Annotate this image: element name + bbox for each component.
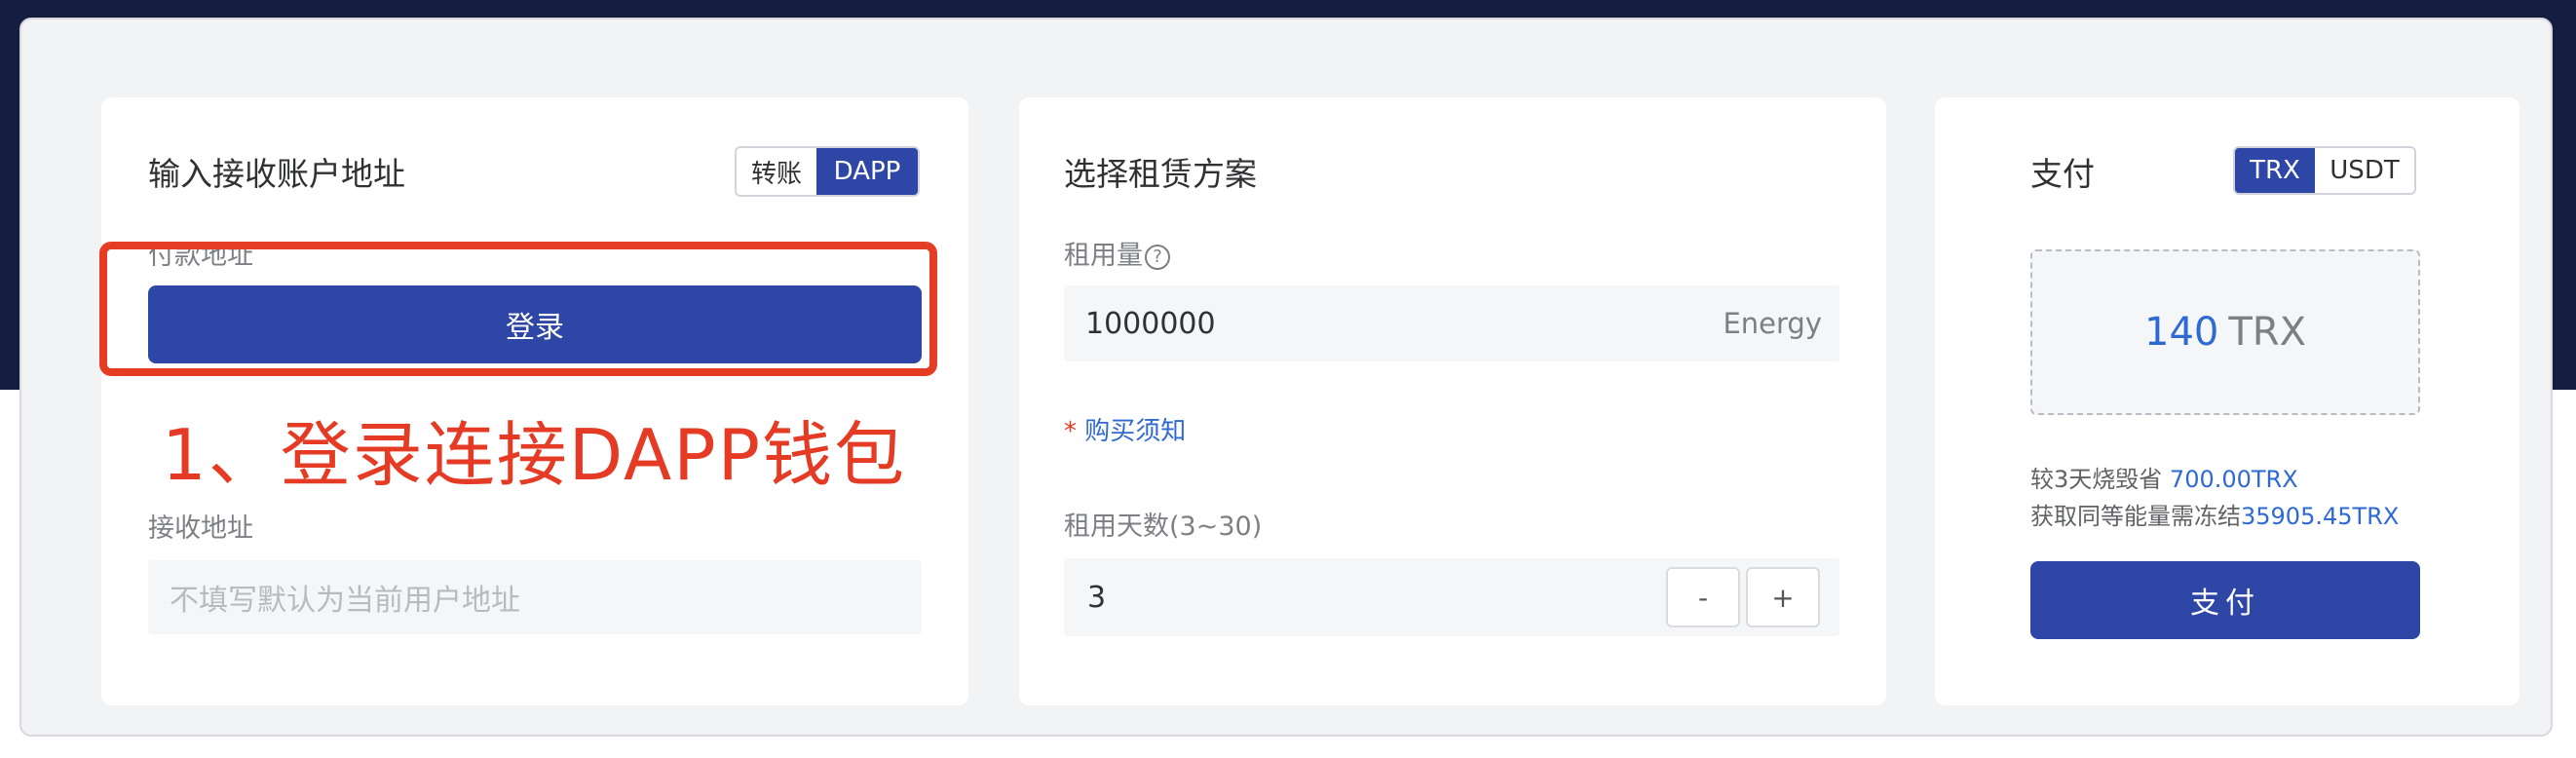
address-panel-title: 输入接收账户地址 <box>148 155 405 193</box>
burn-saving-text: 较3天烧毁省 700.00TRX <box>2030 460 2298 494</box>
payment-panel: 支付 TRX USDT 140 TRX 较3天烧毁省 700.00TRX 获取同… <box>1935 97 2519 705</box>
rental-amount-input[interactable]: 1000000 Energy <box>1064 285 1839 361</box>
price-amount: 140 <box>2144 310 2219 355</box>
currency-usdt-option[interactable]: USDT <box>2315 148 2414 193</box>
rental-days-label: 租用天数(3~30) <box>1064 512 1263 542</box>
required-star: * <box>1064 417 1077 446</box>
days-increment-button[interactable]: + <box>1746 567 1820 627</box>
help-icon[interactable]: ? <box>1145 244 1170 270</box>
rental-plan-title: 选择租赁方案 <box>1064 155 1257 193</box>
receiver-address-input[interactable]: 不填写默认为当前用户地址 <box>148 560 922 634</box>
currency-toggle: TRX USDT <box>2233 146 2416 195</box>
purchase-notice-text: 购买须知 <box>1084 417 1187 446</box>
burn-saving-prefix: 较3天烧毁省 <box>2030 466 2163 493</box>
burn-saving-value: 700.00TRX <box>2169 466 2298 493</box>
freeze-amount-text: 获取同等能量需冻结35905.45TRX <box>2030 497 2399 531</box>
rental-amount-value: 1000000 <box>1085 306 1216 341</box>
price-display: 140 TRX <box>2030 249 2420 415</box>
purchase-notice-link[interactable]: * 购买须知 <box>1064 411 1186 447</box>
freeze-amount-value: 35905.45TRX <box>2241 503 2400 530</box>
energy-unit-label: Energy <box>1723 307 1822 340</box>
mode-toggle: 转账 DAPP <box>735 146 920 197</box>
rental-amount-label: 租用量? <box>1064 234 1170 272</box>
rental-plan-panel: 选择租赁方案 租用量? 1000000 Energy * 购买须知 租用天数(3… <box>1019 97 1886 705</box>
mode-transfer-option[interactable]: 转账 <box>737 148 816 195</box>
rental-amount-label-text: 租用量 <box>1064 241 1143 271</box>
days-decrement-button[interactable]: - <box>1666 567 1740 627</box>
login-annotation-text: 1、登录连接DAPP钱包 <box>162 414 907 496</box>
rental-days-value: 3 <box>1087 580 1107 615</box>
freeze-amount-prefix: 获取同等能量需冻结 <box>2030 503 2241 530</box>
login-highlight-box <box>99 242 937 376</box>
rental-form-card: 输入接收账户地址 转账 DAPP 付款地址 登录 接收地址 不填写默认为当前用户… <box>19 18 2553 737</box>
currency-trx-option[interactable]: TRX <box>2235 148 2315 193</box>
pay-button[interactable]: 支付 <box>2030 561 2420 639</box>
price-currency: TRX <box>2228 310 2306 355</box>
payment-title: 支付 <box>2030 155 2095 193</box>
receiver-address-label: 接收地址 <box>148 513 253 544</box>
mode-dapp-option[interactable]: DAPP <box>816 148 918 195</box>
